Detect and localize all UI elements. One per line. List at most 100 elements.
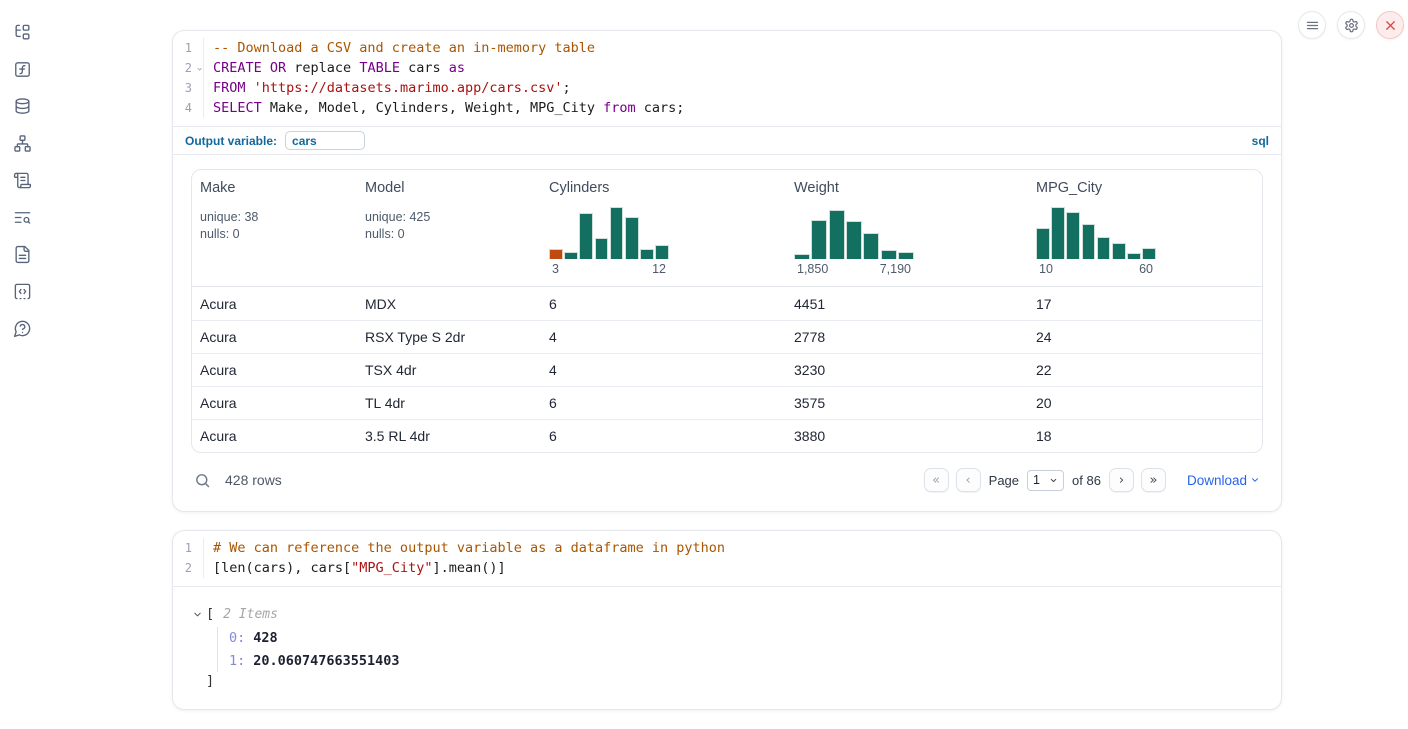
histogram-bar[interactable] [1142,248,1156,259]
histogram-Cylinders: 312 [549,207,669,276]
histogram-bar[interactable] [1112,243,1126,259]
histogram-bars [794,207,914,259]
search-icon[interactable] [194,472,211,489]
histogram-bar[interactable] [1051,207,1065,259]
help-chat-icon[interactable] [12,318,32,338]
histogram-bar[interactable] [595,238,609,259]
file-text-icon[interactable] [12,244,32,264]
tree-entry: 0: 428 [229,627,1265,650]
table-cell: 4451 [786,296,1028,312]
function-square-icon[interactable] [12,59,32,79]
download-button[interactable]: Download [1187,473,1260,488]
next-page-button[interactable]: › [1109,468,1134,492]
column-header-Model[interactable]: Modelunique: 425nulls: 0 [357,170,541,286]
table-cell: TL 4dr [357,395,541,411]
histogram-bar[interactable] [863,233,879,259]
histogram-bar[interactable] [1036,228,1050,259]
histogram-bar[interactable] [625,217,639,259]
scroll-text-icon[interactable] [12,170,32,190]
histogram-bar[interactable] [549,249,563,259]
collapse-caret-icon[interactable] [192,609,203,620]
table-cell: 4 [541,362,786,378]
histogram-bar[interactable] [579,213,593,259]
tree-entry-key: 0: [229,630,245,646]
histogram-bar[interactable] [655,245,669,259]
column-header-Make[interactable]: Makeunique: 38nulls: 0 [192,170,357,286]
table-cell: 22 [1028,362,1262,378]
histogram-bar[interactable] [846,221,862,259]
python-code-editor[interactable]: 12 # We can reference the output variabl… [173,531,1281,586]
text-search-icon[interactable] [12,207,32,227]
tree-entries: 0: 428 1:20.060747663551403 [217,627,1265,672]
line-number: 4 [173,98,203,118]
file-tree-icon[interactable] [12,22,32,42]
histogram-range: 1060 [1036,262,1156,276]
open-bracket: [ [206,606,214,622]
page-total-label: of 86 [1072,473,1101,488]
histogram-bar[interactable] [881,250,897,259]
histogram-bars [1036,207,1156,259]
row-count: 428 rows [225,472,282,488]
database-icon[interactable] [12,96,32,116]
tree-entry: 1:20.060747663551403 [229,650,1265,673]
column-header-MPG_City[interactable]: MPG_City 1060 [1028,170,1262,286]
table-row[interactable]: AcuraTSX 4dr4323022 [192,353,1262,386]
code-line: -- Download a CSV and create an in-memor… [213,38,684,58]
sql-code-editor[interactable]: 12›34 -- Download a CSV and create an in… [173,31,1281,126]
histogram-bar[interactable] [1066,212,1080,259]
sql-cell: 12›34 -- Download a CSV and create an in… [172,30,1282,512]
snippets-code-icon[interactable] [12,281,32,301]
gear-icon[interactable] [1337,11,1365,39]
table-cell: 18 [1028,428,1262,444]
histogram-bar[interactable] [829,210,845,259]
table-cell: 2778 [786,329,1028,345]
column-stats: unique: 38nulls: 0 [200,209,347,242]
fold-toggle-icon[interactable]: › [190,66,210,73]
table-row[interactable]: AcuraRSX Type S 2dr4277824 [192,320,1262,353]
histogram-bar[interactable] [640,249,654,259]
table-row[interactable]: Acura3.5 RL 4dr6388018 [192,419,1262,452]
python-cell-output: [ 2 Items 0:4281:20.060747663551403 ] [173,586,1281,709]
close-x-icon[interactable] [1376,11,1404,39]
column-label: Cylinders [549,180,776,196]
column-label: MPG_City [1036,180,1252,196]
column-stats: unique: 425nulls: 0 [365,209,531,242]
histogram-bar[interactable] [898,252,914,259]
tree-entry-value: 428 [253,630,277,646]
network-icon[interactable] [12,133,32,153]
hamburger-menu-icon[interactable] [1298,11,1326,39]
output-variable-bar: Output variable: sql [173,126,1281,155]
first-page-button[interactable]: « [924,468,949,492]
table-row[interactable]: AcuraTL 4dr6357520 [192,386,1262,419]
table-row[interactable]: AcuraMDX6445117 [192,287,1262,320]
histogram-MPG_City: 1060 [1036,207,1156,276]
histogram-bar[interactable] [794,254,810,259]
table-cell: Acura [192,329,357,345]
column-header-Cylinders[interactable]: Cylinders 312 [541,170,786,286]
table-cell: Acura [192,296,357,312]
page-select[interactable]: 1 [1027,470,1064,491]
page-select-value: 1 [1033,473,1040,487]
prev-page-button[interactable]: ‹ [956,468,981,492]
histogram-range: 312 [549,262,669,276]
helper-panel-sidebar [0,0,44,729]
line-number: 2 [173,558,203,578]
table-cell: Acura [192,428,357,444]
histogram-bar[interactable] [1097,237,1111,259]
table-cell: 17 [1028,296,1262,312]
table-cell: 6 [541,428,786,444]
histogram-bar[interactable] [1082,224,1096,259]
output-variable-input[interactable] [285,131,365,150]
table-cell: Acura [192,395,357,411]
line-number: 3 [173,78,203,98]
table-cell: RSX Type S 2dr [357,329,541,345]
histogram-bar[interactable] [811,220,827,259]
line-number-gutter: 12 [173,538,204,578]
histogram-bar[interactable] [1127,253,1141,259]
table-cell: 3230 [786,362,1028,378]
column-header-Weight[interactable]: Weight1,8507,190 [786,170,1028,286]
table-cell: 24 [1028,329,1262,345]
histogram-bar[interactable] [610,207,624,259]
histogram-bar[interactable] [564,252,578,259]
last-page-button[interactable]: » [1141,468,1166,492]
